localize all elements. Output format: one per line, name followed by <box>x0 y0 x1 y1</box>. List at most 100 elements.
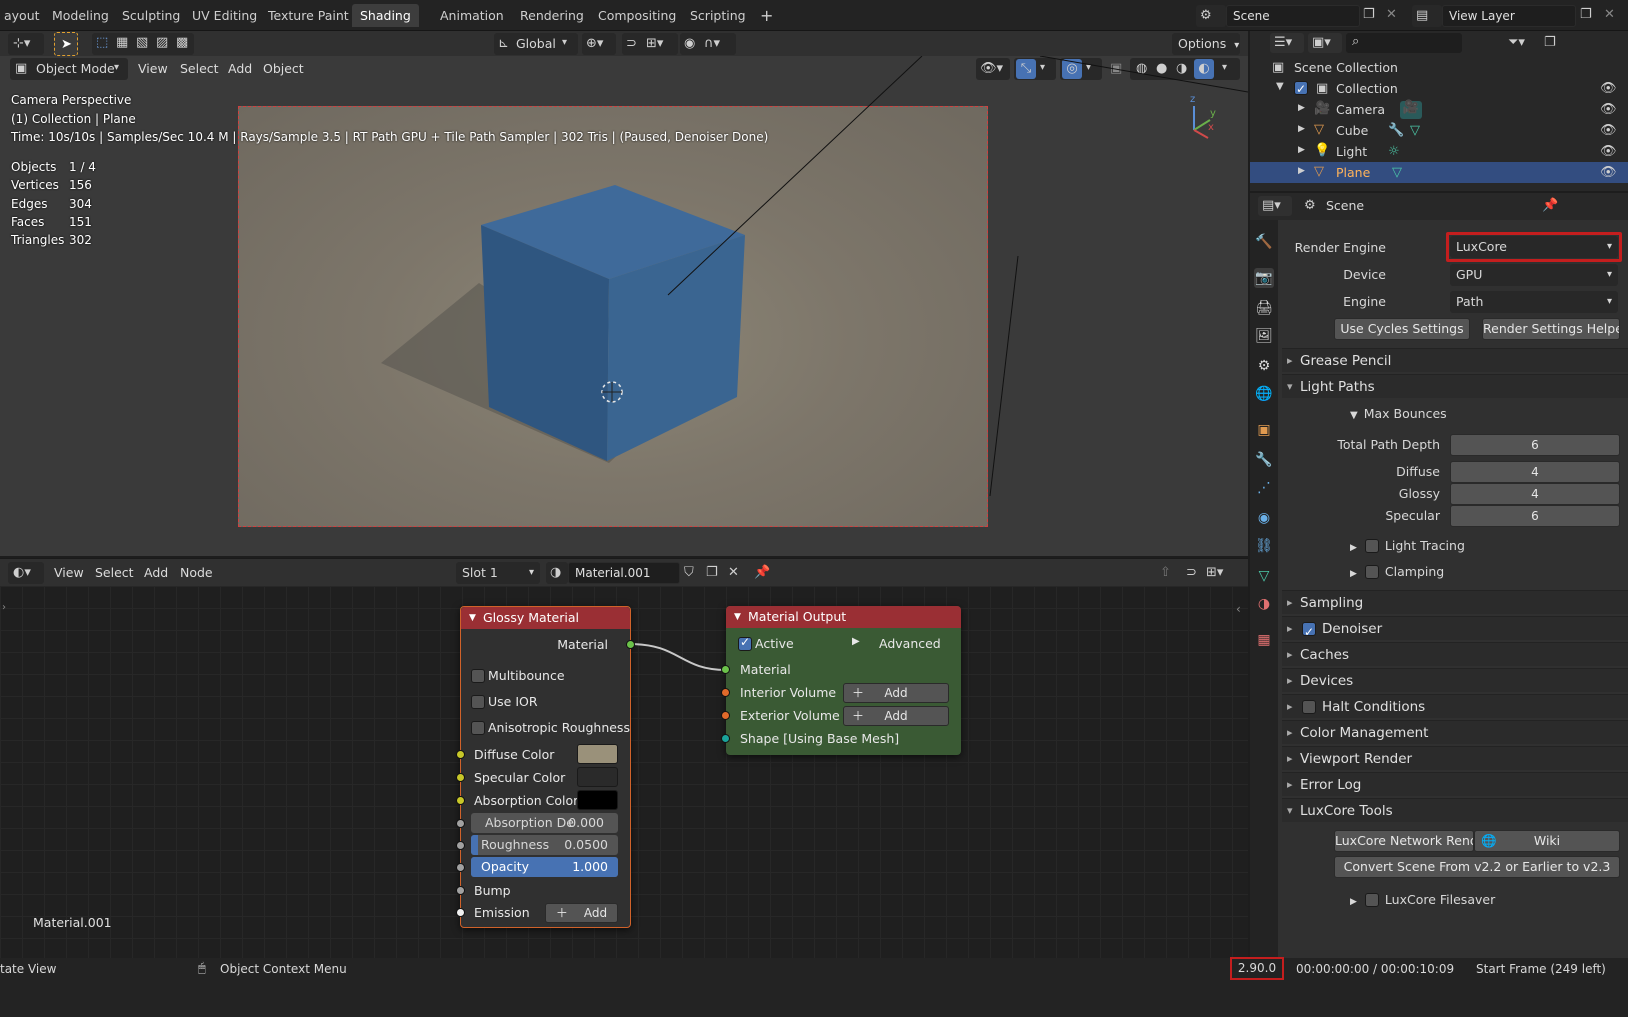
texture-tab-icon[interactable]: ▦ <box>1254 630 1274 650</box>
light-tracing-subpanel[interactable]: ▶ Light Tracing <box>1350 538 1465 554</box>
halt-conditions-panel[interactable]: Halt Conditions <box>1282 694 1628 719</box>
material-tab-icon[interactable]: ◑ <box>1254 594 1274 614</box>
error-log-panel[interactable]: Error Log <box>1282 772 1628 797</box>
rendered-shading-icon[interactable]: ◐ <box>1194 59 1214 79</box>
menu-view[interactable]: View <box>54 565 84 580</box>
new-view-layer-icon[interactable]: ❐ <box>1580 8 1592 21</box>
menu-add[interactable]: Add <box>144 565 168 580</box>
light-paths-panel[interactable]: Light Paths <box>1282 374 1628 399</box>
total-path-depth-field[interactable]: 6 <box>1450 434 1620 456</box>
menu-add[interactable]: Add <box>228 61 252 76</box>
clamping-subpanel[interactable]: ▶ Clamping <box>1350 564 1444 580</box>
world-tab-icon[interactable]: 🌐 <box>1254 384 1274 404</box>
luxcore-network-render-button[interactable]: LuxCore Network Render <box>1334 830 1474 852</box>
absorption-color-swatch[interactable] <box>577 790 618 810</box>
advanced-label[interactable]: Advanced <box>879 636 941 651</box>
render-settings-helper-button[interactable]: Render Settings Helper <box>1482 318 1620 340</box>
node-header[interactable]: ▼ Glossy Material <box>461 607 630 629</box>
filter-icon[interactable]: ⏷▾ <box>1508 36 1525 49</box>
chevron-down-icon[interactable]: ▾ <box>1040 63 1045 73</box>
caches-panel[interactable]: Caches <box>1282 642 1628 667</box>
expand-arrow-icon[interactable]: ▶ <box>1298 146 1305 155</box>
parent-node-icon[interactable]: ⇧ <box>1160 566 1171 579</box>
physics-tab-icon[interactable]: ◉ <box>1254 508 1274 528</box>
options-dropdown[interactable]: Options ▾ <box>1172 33 1240 55</box>
data-tab-icon[interactable]: ▽ <box>1254 566 1274 586</box>
xray-icon[interactable]: ▣ <box>1110 62 1122 75</box>
opacity-slider[interactable]: Opacity 1.000 <box>471 857 618 877</box>
diffuse-color-swatch[interactable] <box>577 744 618 764</box>
snap-increment-icon[interactable]: ⊞▾ <box>646 37 663 50</box>
scene-tab-icon[interactable]: ⚙ <box>1254 356 1274 376</box>
slot-dropdown[interactable]: Slot 1 ▾ <box>456 562 540 584</box>
use-cycles-settings-button[interactable]: Use Cycles Settings <box>1334 318 1470 340</box>
absorption-depth-field[interactable]: Absorption De 0.000 <box>471 813 618 833</box>
eye-icon[interactable]: 👁 <box>1600 103 1617 116</box>
tab-modeling[interactable]: Modeling <box>44 4 117 27</box>
editor-type-button[interactable]: ☰▾ <box>1270 33 1304 53</box>
eye-icon[interactable]: 👁 <box>1600 166 1617 179</box>
diffuse-field[interactable]: 4 <box>1450 461 1620 483</box>
select-intersect-icon[interactable]: ▩ <box>176 36 188 49</box>
tab-animation[interactable]: Animation <box>432 4 512 27</box>
editor-type-button[interactable]: ▤▾ <box>1258 196 1292 216</box>
chevron-down-icon[interactable]: ▾ <box>1086 63 1091 73</box>
opacity-socket[interactable] <box>456 863 465 872</box>
select-new-icon[interactable]: ⬚ <box>96 36 108 49</box>
advanced-expand-icon[interactable]: ▶ <box>852 636 860 647</box>
modifier-tab-icon[interactable]: 🔧 <box>1254 450 1274 470</box>
expand-arrow-icon[interactable]: ▶ <box>1298 167 1305 176</box>
luxcore-filesaver-checkbox[interactable] <box>1364 892 1379 907</box>
outliner-row-scene-collection[interactable]: ▣ Scene Collection <box>1250 57 1628 78</box>
tool-tab-icon[interactable]: 🔨 <box>1254 232 1274 252</box>
sampling-panel[interactable]: Sampling <box>1282 590 1628 615</box>
devices-panel[interactable]: Devices <box>1282 668 1628 693</box>
object-tab-icon[interactable]: ▣ <box>1254 420 1274 440</box>
pivot-point-dropdown[interactable]: ⊕▾ <box>582 33 616 55</box>
view-layer-tab-icon[interactable]: 🖼 <box>1254 326 1274 346</box>
halt-conditions-checkbox[interactable] <box>1302 700 1316 714</box>
specular-color-swatch[interactable] <box>577 767 618 787</box>
anisotropic-checkbox[interactable] <box>471 721 485 735</box>
select-invert-icon[interactable]: ▨ <box>156 36 168 49</box>
render-engine-dropdown[interactable]: LuxCore ▾ <box>1450 236 1618 258</box>
tab-compositing[interactable]: Compositing <box>590 4 684 27</box>
collapse-arrow-icon[interactable]: ▼ <box>734 606 741 628</box>
duplicate-material-icon[interactable]: ❐ <box>706 566 718 579</box>
active-checkbox[interactable] <box>738 635 752 651</box>
tab-texture-paint[interactable]: Texture Paint <box>260 4 357 27</box>
use-ior-checkbox[interactable] <box>471 695 485 709</box>
engine-dropdown[interactable]: Path ▾ <box>1450 291 1618 313</box>
material-name-field[interactable]: Material.001 <box>568 562 680 584</box>
tab-uv-editing[interactable]: UV Editing <box>184 4 265 27</box>
mesh-data-icon[interactable]: ▽ <box>1410 124 1420 137</box>
outliner-row-camera[interactable]: ▶ 🎥 Camera 🎥 👁 <box>1250 99 1628 120</box>
camera-data-icon[interactable]: 🎥 <box>1400 101 1422 119</box>
roughness-socket[interactable] <box>456 841 465 850</box>
tab-layout[interactable]: ayout <box>0 4 48 27</box>
viewport-render-panel[interactable]: Viewport Render <box>1282 746 1628 771</box>
particles-tab-icon[interactable]: ⋰ <box>1254 478 1274 498</box>
multibounce-checkbox[interactable] <box>471 669 485 683</box>
absorption-depth-socket[interactable] <box>456 819 465 828</box>
wireframe-shading-icon[interactable]: ◍ <box>1136 62 1147 75</box>
device-dropdown[interactable]: GPU ▾ <box>1450 264 1618 286</box>
color-management-panel[interactable]: Color Management <box>1282 720 1628 745</box>
expand-arrow-icon[interactable]: ▼ <box>1276 82 1284 92</box>
outliner-row-cube[interactable]: ▶ ▽ Cube 🔧 ▽ 👁 <box>1250 120 1628 141</box>
view-layer-name-field[interactable]: View Layer <box>1442 5 1576 27</box>
luxcore-tools-panel[interactable]: LuxCore Tools <box>1282 798 1628 823</box>
select-subtract-icon[interactable]: ▧ <box>136 36 148 49</box>
new-collection-icon[interactable]: ❐ <box>1544 36 1556 49</box>
view-layer-selector-button[interactable]: ▤ <box>1412 5 1442 27</box>
exterior-volume-socket[interactable] <box>721 711 730 720</box>
roughness-slider[interactable]: Roughness 0.0500 <box>471 835 618 855</box>
display-mode-button[interactable]: ▣▾ <box>1308 33 1342 53</box>
pin-icon[interactable]: 📌 <box>754 566 770 579</box>
denoiser-panel[interactable]: Denoiser <box>1282 616 1628 644</box>
outliner-row-light[interactable]: ▶ 💡 Light ☼ 👁 <box>1250 141 1628 162</box>
gizmo-icon[interactable]: ⤡ <box>1016 59 1036 79</box>
menu-view[interactable]: View <box>138 61 168 76</box>
menu-select[interactable]: Select <box>95 565 134 580</box>
outliner-row-plane[interactable]: ▶ ▽ Plane ▽ 👁 <box>1250 162 1628 183</box>
